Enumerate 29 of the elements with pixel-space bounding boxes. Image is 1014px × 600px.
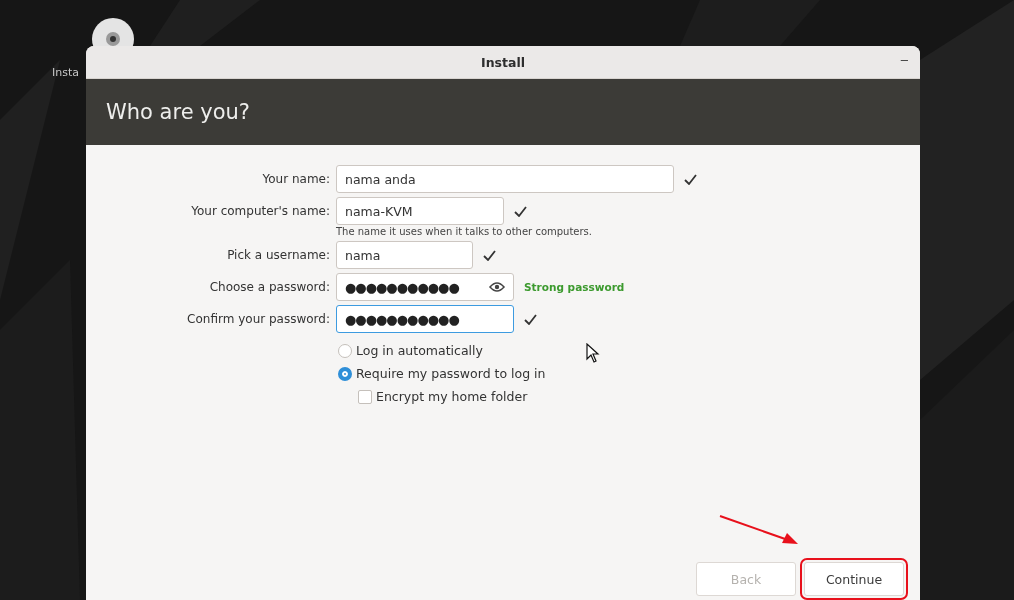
checkbox[interactable]: [358, 389, 372, 404]
field-label: Confirm your password:: [186, 312, 330, 326]
window-title: Install: [481, 54, 525, 70]
password-dots: ●●●●●●●●●●●: [345, 279, 459, 295]
input-field[interactable]: nama: [336, 241, 473, 269]
radio-button[interactable]: [338, 343, 352, 358]
field-value: nama anda: [345, 171, 416, 187]
minimize-button[interactable]: –: [896, 52, 912, 67]
field-value: nama: [345, 247, 381, 263]
radio-button[interactable]: [338, 366, 352, 381]
radio-label[interactable]: Require my password to log in: [356, 366, 546, 381]
field-label: Pick a username:: [226, 248, 330, 262]
cursor-icon: [586, 343, 600, 363]
password-dots: ●●●●●●●●●●●: [345, 311, 459, 327]
field-hint: The name it uses when it talks to other computers.: [336, 226, 593, 237]
checkbox-label[interactable]: Encrypt my home folder: [376, 389, 528, 404]
password-field[interactable]: ●●●●●●●●●●●: [336, 305, 514, 333]
password-field[interactable]: ●●●●●●●●●●●: [336, 273, 514, 301]
input-field[interactable]: nama anda: [336, 165, 674, 193]
field-label: Your computer's name:: [190, 204, 330, 218]
eye-icon[interactable]: [489, 281, 505, 293]
desktop-icon-label[interactable]: Insta: [52, 66, 79, 79]
radio-label[interactable]: Log in automatically: [356, 343, 483, 358]
field-value: nama-KVM: [345, 203, 413, 219]
password-strength: Strong password: [524, 281, 625, 293]
field-label: Choose a password:: [208, 280, 330, 294]
field-label: Your name:: [261, 172, 330, 186]
input-field[interactable]: nama-KVM: [336, 197, 504, 225]
page-title: Who are you?: [106, 100, 250, 124]
